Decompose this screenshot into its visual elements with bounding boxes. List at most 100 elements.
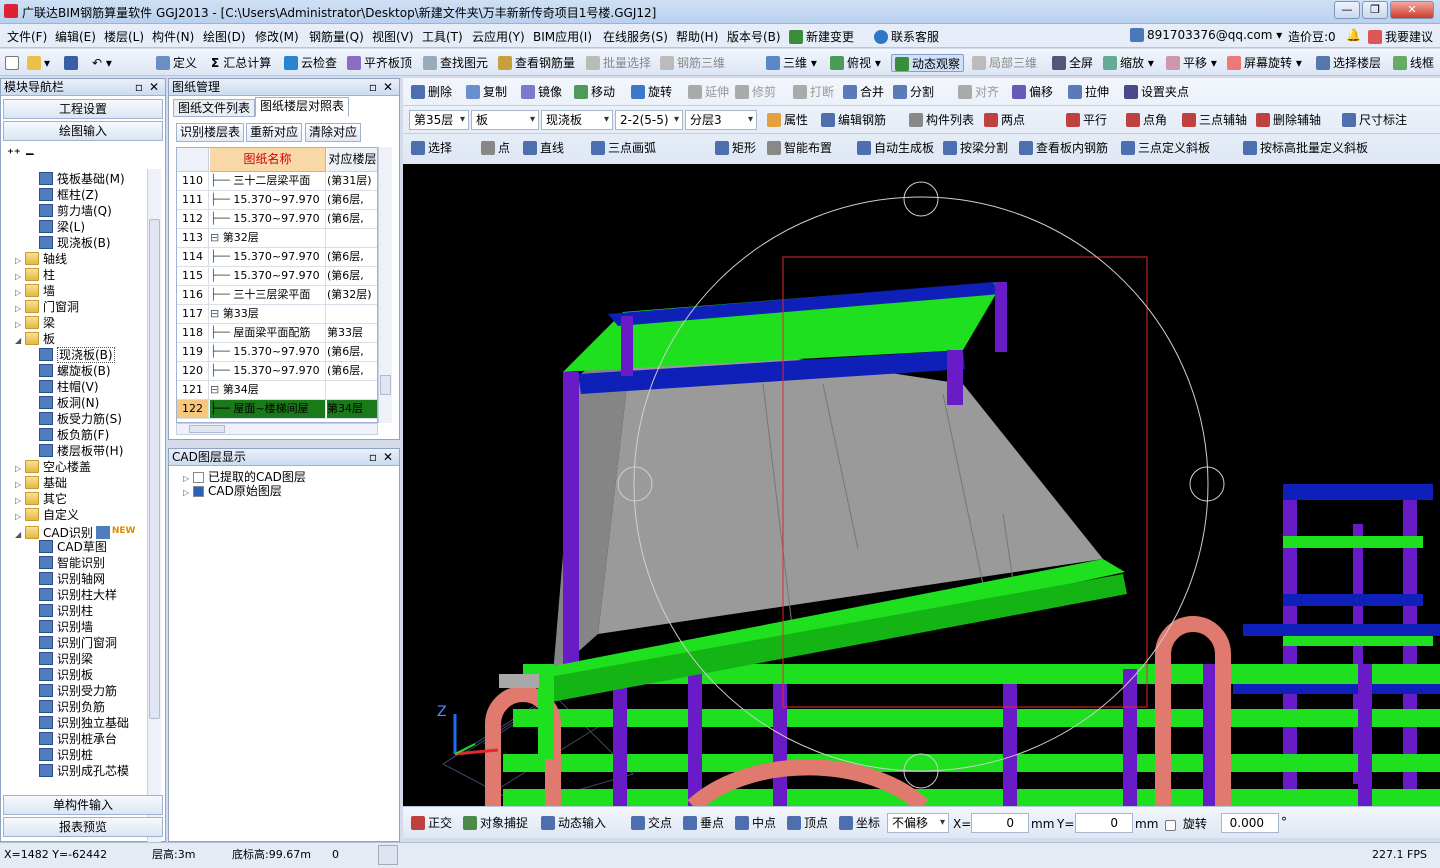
checkbox-icon[interactable] bbox=[193, 472, 204, 483]
pan-dropdown[interactable]: 平移 ▾ bbox=[1166, 54, 1217, 72]
tree-item[interactable]: ▷ 门窗洞 bbox=[15, 299, 79, 315]
menu-view[interactable]: 视图(V) bbox=[372, 28, 414, 45]
menu-draw[interactable]: 绘图(D) bbox=[203, 28, 246, 45]
table-row[interactable]: 114 ├── 15.370~97.970 (第6层, bbox=[177, 248, 377, 267]
tool-11[interactable]: 偏移 bbox=[1012, 83, 1053, 101]
panel-close-icon[interactable]: ✕ bbox=[383, 449, 393, 465]
tool-5[interactable]: 点角 bbox=[1126, 111, 1167, 129]
tree-item[interactable]: ▷ 柱 bbox=[15, 267, 55, 283]
floor-cell[interactable] bbox=[327, 381, 377, 399]
tool-8[interactable]: 查看板内钢筋 bbox=[1019, 139, 1108, 157]
tree-item[interactable]: 识别负筋 bbox=[29, 699, 105, 715]
menu-file[interactable]: 文件(F) bbox=[7, 28, 47, 45]
component-name-select[interactable]: 2-2(5-5) bbox=[615, 110, 683, 130]
tool-9[interactable]: 分割 bbox=[893, 83, 934, 101]
top-view-dropdown[interactable]: 俯视 ▾ bbox=[830, 54, 881, 72]
screen-rotate-dropdown[interactable]: 屏幕旋转 ▾ bbox=[1227, 54, 1302, 72]
floor-cell[interactable]: (第6层, bbox=[327, 248, 377, 266]
tool-2[interactable]: 直线 bbox=[523, 139, 564, 157]
panel-close-icon[interactable]: ✕ bbox=[383, 79, 393, 95]
tool-6[interactable]: 自动生成板 bbox=[857, 139, 934, 157]
table-row[interactable]: 118 ├── 屋面梁平面配筋 第33层 bbox=[177, 324, 377, 343]
tool-4[interactable]: 垂点 bbox=[683, 814, 724, 832]
local-3d-button[interactable]: 局部三维 bbox=[972, 54, 1037, 72]
tab-drawing-file-list[interactable]: 图纸文件列表 bbox=[173, 99, 256, 117]
tool-10[interactable]: 对齐 bbox=[958, 83, 999, 101]
view-rebar-qty-button[interactable]: 查看钢筋量 bbox=[498, 54, 575, 72]
tool-5[interactable]: 智能布置 bbox=[767, 139, 832, 157]
menu-modify[interactable]: 修改(M) bbox=[255, 28, 299, 45]
table-row[interactable]: 122 ├── 屋面~楼梯间屋 第34层 bbox=[177, 400, 377, 419]
pin-icon[interactable]: ▫ bbox=[369, 449, 377, 465]
tree-item[interactable]: 框柱(Z) bbox=[29, 187, 99, 203]
tool-5[interactable]: 延伸 bbox=[688, 83, 729, 101]
floor-cell[interactable]: (第6层, bbox=[327, 210, 377, 228]
tool-4[interactable]: 旋转 bbox=[631, 83, 672, 101]
table-row[interactable]: 121 ⊟ 第34层 bbox=[177, 381, 377, 400]
tree-item[interactable]: 现浇板(B) bbox=[29, 347, 115, 363]
menu-tools[interactable]: 工具(T) bbox=[422, 28, 463, 45]
floor-cell[interactable]: (第6层, bbox=[327, 343, 377, 361]
minimize-button[interactable]: — bbox=[1334, 1, 1360, 19]
rotate-input[interactable]: 0.000 bbox=[1221, 813, 1279, 833]
offset-mode-select[interactable]: 不偏移 bbox=[887, 813, 949, 833]
floor-cell[interactable]: (第6层, bbox=[327, 191, 377, 209]
tree-item[interactable]: 识别板 bbox=[29, 667, 93, 683]
report-preview-button[interactable]: 报表预览 bbox=[3, 817, 163, 837]
tree-item[interactable]: 楼层板带(H) bbox=[29, 443, 123, 459]
menu-help[interactable]: 帮助(H) bbox=[676, 28, 718, 45]
wireframe-button[interactable]: 线框 bbox=[1393, 54, 1434, 72]
table-row[interactable]: 113 ⊟ 第32层 bbox=[177, 229, 377, 248]
floor-select[interactable]: 第35层 bbox=[409, 110, 469, 130]
clear-match-button[interactable]: 清除对应 bbox=[305, 123, 362, 142]
tool-0[interactable]: 正交 bbox=[411, 814, 452, 832]
tool-2[interactable]: 镜像 bbox=[521, 83, 562, 101]
x-input[interactable]: 0 bbox=[971, 813, 1029, 833]
menu-cloud[interactable]: 云应用(Y) bbox=[472, 28, 525, 45]
tree-item[interactable]: 识别柱 bbox=[29, 603, 93, 619]
group-collapse-icon[interactable]: ⊟ bbox=[210, 307, 223, 320]
tree-item[interactable]: 板负筋(F) bbox=[29, 427, 109, 443]
tree-item[interactable]: ▷ 其它 bbox=[15, 491, 67, 507]
tree-item[interactable]: ▷ 墙 bbox=[15, 283, 55, 299]
tool-1[interactable]: 点 bbox=[481, 139, 510, 157]
pin-icon[interactable]: ▫ bbox=[135, 79, 143, 95]
tree-item[interactable]: 识别墙 bbox=[29, 619, 93, 635]
floor-cell[interactable] bbox=[327, 229, 377, 247]
layer-select[interactable]: 分层3 bbox=[685, 110, 757, 130]
new-change-button[interactable]: 新建变更 bbox=[789, 28, 854, 45]
tree-item[interactable]: 螺旋板(B) bbox=[29, 363, 111, 379]
table-row[interactable]: 115 ├── 15.370~97.970 (第6层, bbox=[177, 267, 377, 286]
floor-cell[interactable]: 第33层 bbox=[327, 324, 377, 342]
tree-item[interactable]: 柱帽(V) bbox=[29, 379, 99, 395]
floor-cell[interactable]: (第6层, bbox=[327, 362, 377, 380]
tree-item[interactable]: 识别成孔芯模 bbox=[29, 763, 129, 779]
tool-2[interactable]: 构件列表 bbox=[909, 111, 974, 129]
tool-8[interactable]: 合并 bbox=[843, 83, 884, 101]
table-row[interactable]: 111 ├── 15.370~97.970 (第6层, bbox=[177, 191, 377, 210]
tree-item[interactable]: ▷ 自定义 bbox=[15, 507, 79, 523]
collapse-arrow-icon[interactable]: ◢ bbox=[15, 527, 25, 543]
tool-0[interactable]: 删除 bbox=[411, 83, 452, 101]
orbit-button[interactable]: 动态观察 bbox=[891, 54, 965, 72]
checkbox-icon[interactable] bbox=[193, 486, 204, 497]
rebar-3d-button[interactable]: 钢筋三维 bbox=[660, 54, 725, 72]
tool-4[interactable]: 平行 bbox=[1066, 111, 1107, 129]
drawing-input-button[interactable]: 绘图输入 bbox=[3, 121, 163, 141]
tree-item[interactable]: 识别独立基础 bbox=[29, 715, 129, 731]
define-button[interactable]: 定义 bbox=[156, 54, 197, 72]
tree-item[interactable]: ▷ 基础 bbox=[15, 475, 67, 491]
tool-5[interactable]: 中点 bbox=[735, 814, 776, 832]
tree-item[interactable]: 识别门窗洞 bbox=[29, 635, 117, 651]
panel-close-icon[interactable]: ✕ bbox=[149, 79, 159, 95]
menu-rebar-qty[interactable]: 钢筋量(Q) bbox=[309, 28, 364, 45]
tab-drawing-floor-map[interactable]: 图纸楼层对照表 bbox=[255, 97, 350, 117]
type-select[interactable]: 板 bbox=[471, 110, 539, 130]
open-file-icon[interactable]: ▾ bbox=[27, 54, 50, 72]
view-3d-dropdown[interactable]: 三维 ▾ bbox=[766, 54, 817, 72]
align-top-button[interactable]: 平齐板顶 bbox=[347, 54, 412, 72]
save-icon[interactable] bbox=[64, 54, 81, 72]
tool-7[interactable]: 按梁分割 bbox=[943, 139, 1008, 157]
3d-viewport[interactable]: Z bbox=[403, 164, 1440, 806]
menu-version[interactable]: 版本号(B) bbox=[727, 28, 781, 45]
